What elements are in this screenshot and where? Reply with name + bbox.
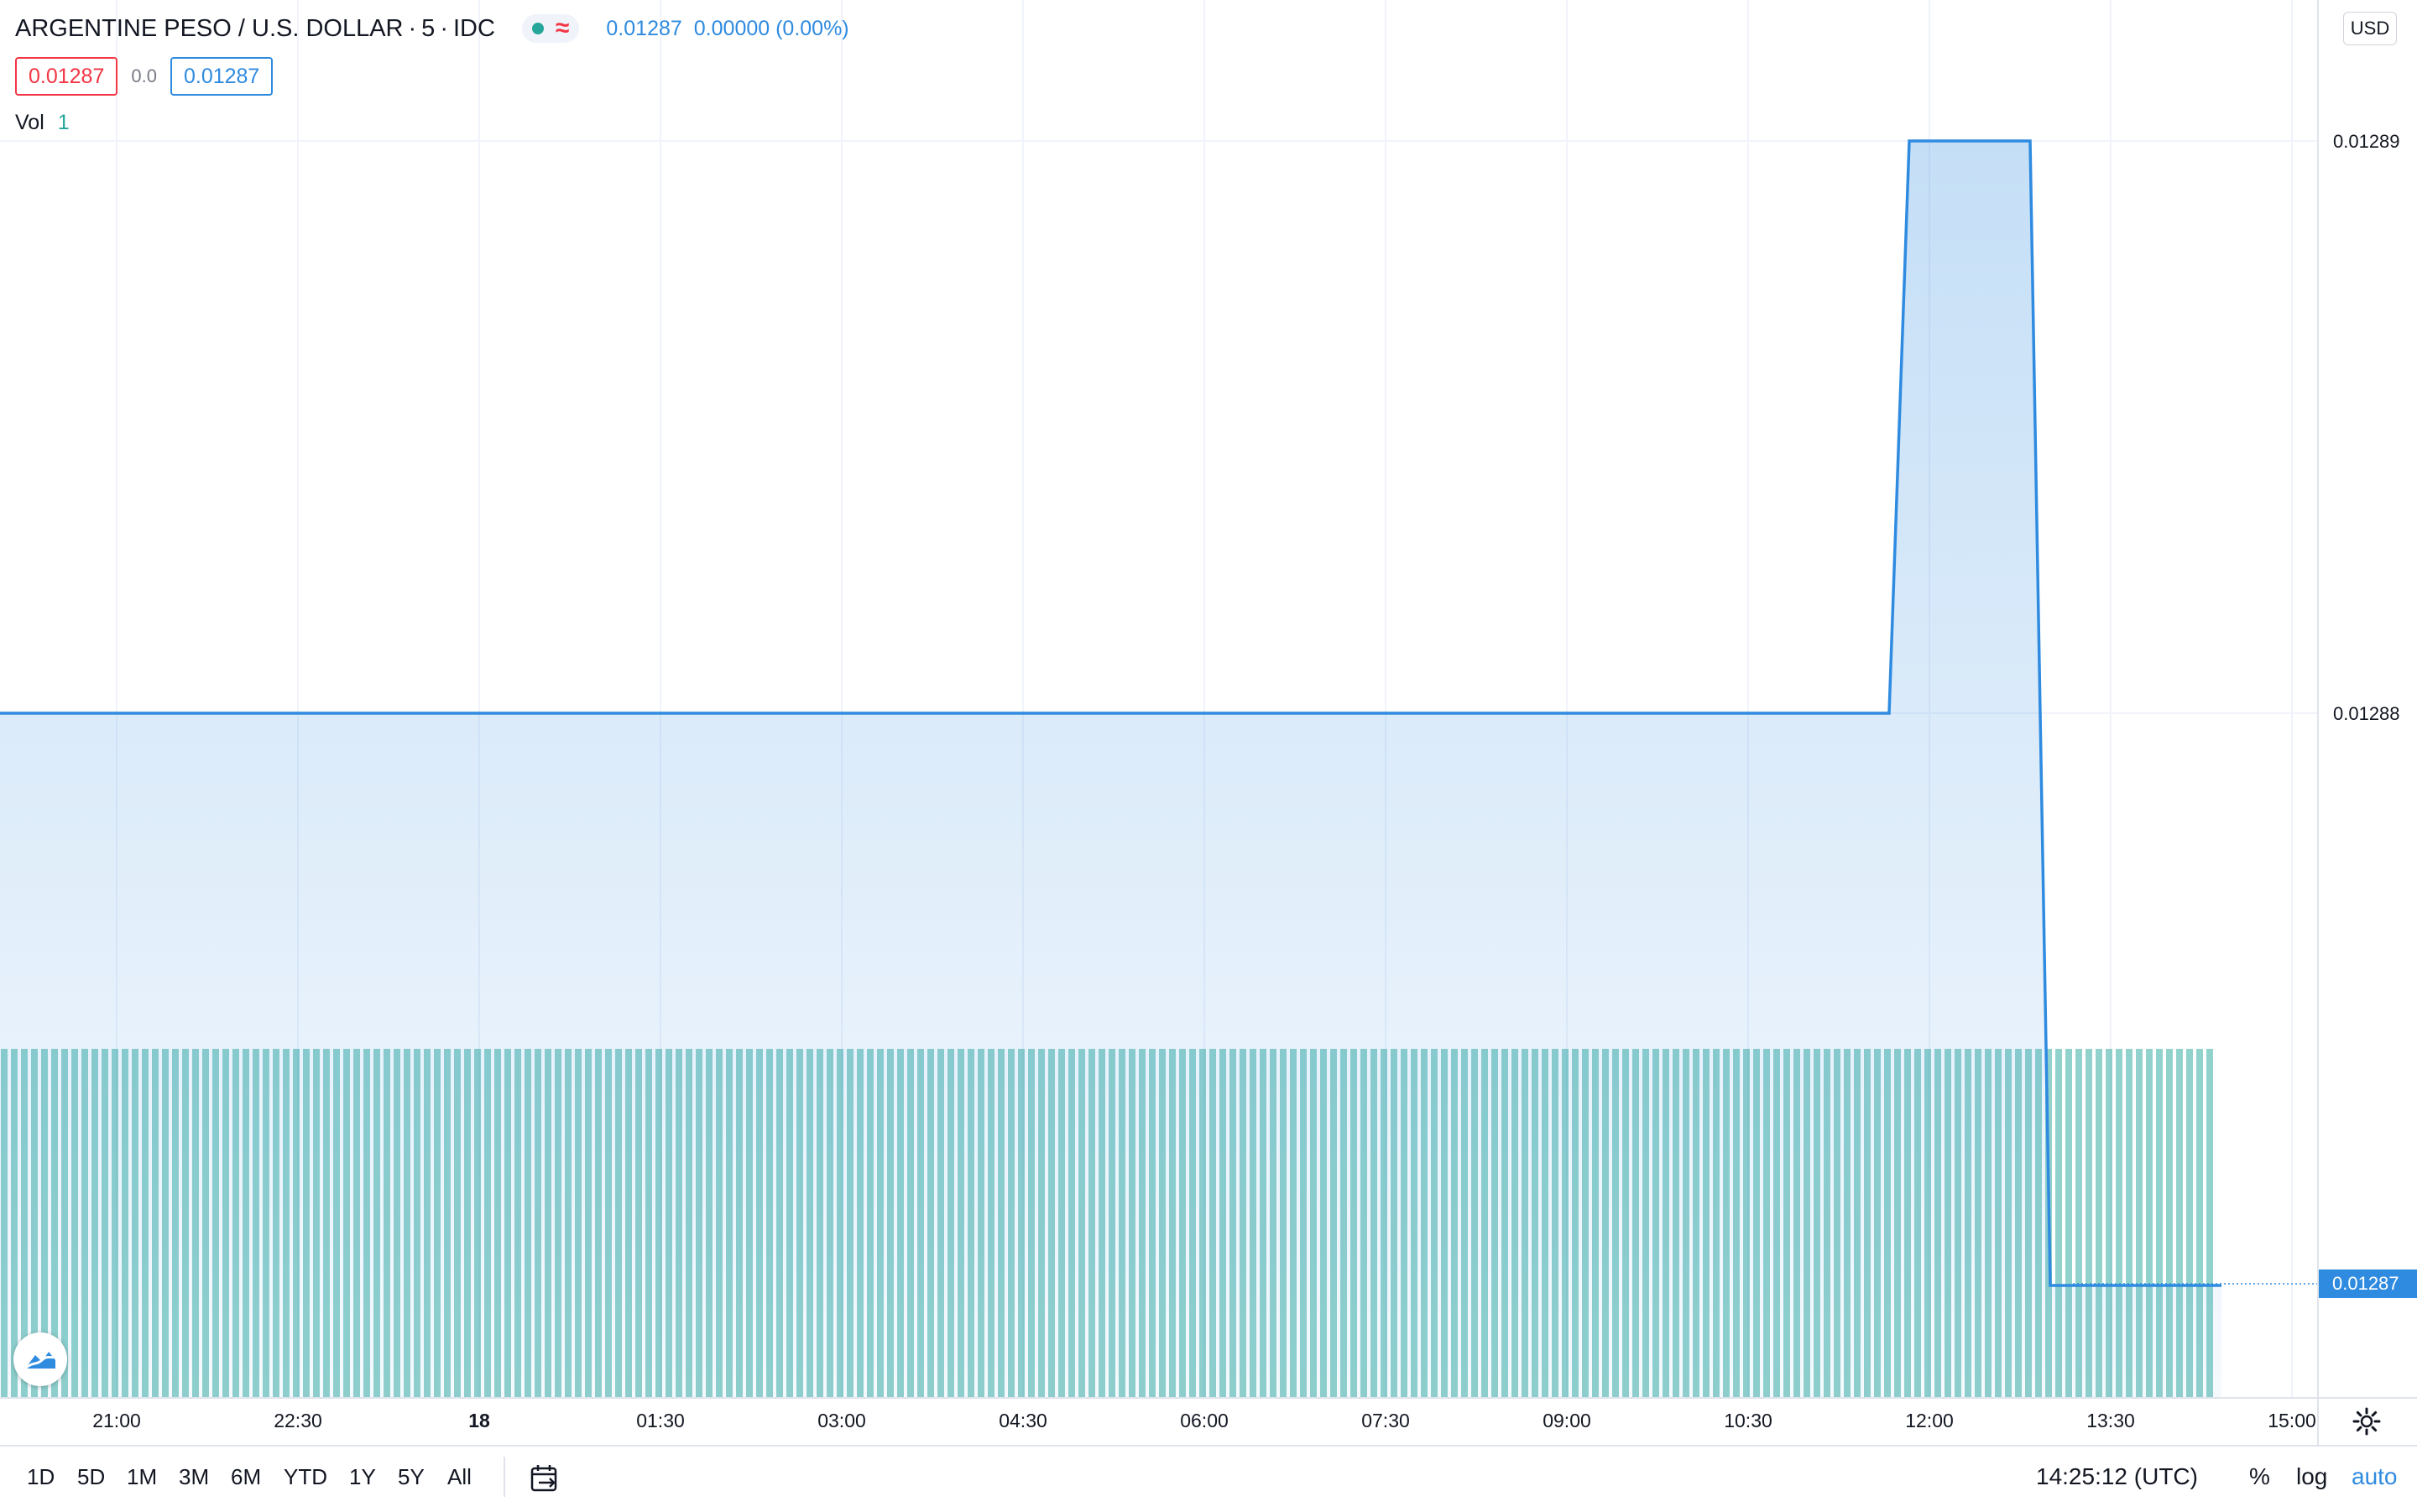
ask-price-button[interactable]: 0.01287: [170, 57, 274, 96]
log-scale-toggle[interactable]: log: [2296, 1463, 2327, 1490]
market-open-dot-icon: [531, 23, 544, 34]
current-price-badge: 0.01287: [2319, 1270, 2417, 1298]
legend-separator: ·: [440, 14, 448, 42]
currency-button[interactable]: USD: [2343, 12, 2397, 45]
gear-icon[interactable]: [2352, 1406, 2382, 1436]
price-scale-label: 0.01289: [2333, 131, 2400, 152]
range-button-ytd[interactable]: YTD: [284, 1460, 327, 1494]
range-button-5d[interactable]: 5D: [77, 1460, 105, 1494]
price-change: 0.00000 (0.00%): [693, 16, 849, 40]
range-button-5y[interactable]: 5Y: [398, 1460, 425, 1494]
time-scale-label: 01:30: [636, 1410, 685, 1431]
toolbar-divider: [504, 1457, 505, 1497]
percent-scale-toggle[interactable]: %: [2249, 1463, 2270, 1490]
calendar-arrow-icon[interactable]: [529, 1463, 561, 1494]
volume-legend[interactable]: Vol 1: [15, 107, 70, 138]
price-area-fill: [0, 141, 2221, 1398]
spread-value: 0.0: [131, 65, 157, 86]
interval-label[interactable]: 5: [421, 15, 435, 43]
volume-label: Vol: [15, 110, 44, 134]
last-price: 0.01287: [606, 16, 682, 40]
market-status-pill[interactable]: ≈: [521, 14, 580, 43]
time-scale-label: 21:00: [92, 1410, 141, 1431]
price-scale-label: 0.01288: [2333, 703, 2400, 724]
bid-price-button[interactable]: 0.01287: [15, 57, 118, 96]
range-button-6m[interactable]: 6M: [231, 1460, 261, 1494]
time-scale-label: 04:30: [999, 1410, 1047, 1431]
utc-clock[interactable]: 14:25:12 (UTC): [2036, 1463, 2198, 1490]
time-scale-label: 15:00: [2268, 1410, 2316, 1431]
volume-value: 1: [57, 110, 70, 134]
legend-separator: ·: [408, 14, 417, 42]
range-button-1m[interactable]: 1M: [127, 1460, 157, 1494]
bid-ask-row: 0.01287 0.0 0.01287: [15, 57, 274, 96]
symbol-legend[interactable]: ARGENTINE PESO / U.S. DOLLAR · 5 · IDC ≈…: [15, 12, 849, 45]
delayed-data-icon: ≈: [555, 14, 570, 42]
time-scale-label: 10:30: [1724, 1410, 1772, 1431]
time-scale-label: 12:00: [1905, 1410, 1954, 1431]
price-chart[interactable]: [0, 0, 2417, 1445]
range-button-3m[interactable]: 3M: [179, 1460, 209, 1494]
tradingview-logo-icon[interactable]: [13, 1332, 67, 1386]
symbol-name[interactable]: ARGENTINE PESO / U.S. DOLLAR: [15, 15, 404, 43]
exchange-label: IDC: [452, 14, 495, 42]
time-scale-label: 03:00: [817, 1410, 866, 1431]
range-button-1y[interactable]: 1Y: [349, 1460, 376, 1494]
time-scale-label: 22:30: [274, 1410, 322, 1431]
range-button-all[interactable]: All: [447, 1460, 472, 1494]
auto-scale-toggle[interactable]: auto: [2352, 1463, 2398, 1490]
time-scale-label: 06:00: [1180, 1410, 1229, 1431]
time-scale-label: 09:00: [1543, 1410, 1591, 1431]
time-scale-label: 18: [468, 1410, 490, 1431]
range-button-1d[interactable]: 1D: [27, 1460, 55, 1494]
time-scale-label: 13:30: [2086, 1410, 2135, 1431]
time-scale-label: 07:30: [1361, 1410, 1410, 1431]
